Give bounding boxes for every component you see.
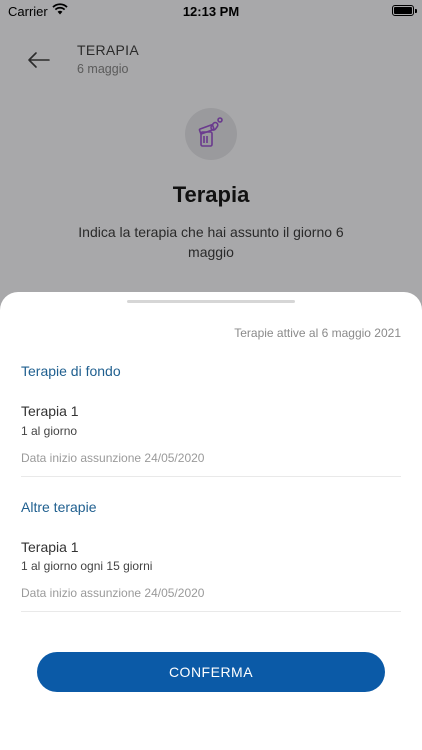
header-subtitle: 6 maggio bbox=[77, 62, 129, 76]
therapy-start-date: Data inizio assunzione 24/05/2020 bbox=[21, 451, 205, 465]
status-bar: Carrier 12:13 PM bbox=[0, 0, 422, 22]
therapy-dose: 1 al giorno ogni 15 giorni bbox=[21, 559, 153, 573]
sheet-drag-handle[interactable] bbox=[127, 300, 295, 303]
therapy-start-date: Data inizio assunzione 24/05/2020 bbox=[21, 586, 205, 600]
battery-icon bbox=[392, 5, 417, 16]
medicine-pills-icon bbox=[198, 117, 223, 147]
therapy-name: Terapia 1 bbox=[21, 403, 79, 419]
section-title-altre-terapie: Altre terapie bbox=[21, 499, 97, 515]
divider bbox=[21, 611, 401, 612]
confirm-button[interactable]: CONFERMA bbox=[37, 652, 385, 692]
hero-icon-circle bbox=[185, 108, 237, 160]
therapy-name: Terapia 1 bbox=[21, 539, 79, 555]
bottom-sheet: Terapie attive al 6 maggio 2021 Terapie … bbox=[0, 292, 422, 750]
section-title-terapie-di-fondo: Terapie di fondo bbox=[21, 363, 121, 379]
therapy-dose: 1 al giorno bbox=[21, 424, 78, 438]
active-therapies-note: Terapie attive al 6 maggio 2021 bbox=[234, 326, 401, 340]
clock: 12:13 PM bbox=[182, 4, 240, 19]
divider bbox=[21, 476, 401, 477]
arrow-left-icon[interactable] bbox=[24, 48, 52, 72]
page-description: Indica la terapia che hai assunto il gio… bbox=[78, 224, 344, 260]
page-title: Terapia bbox=[172, 182, 250, 207]
screen: Carrier 12:13 PM TERAPIA 6 maggio Terapi… bbox=[0, 0, 422, 750]
header-title: TERAPIA bbox=[77, 42, 140, 58]
